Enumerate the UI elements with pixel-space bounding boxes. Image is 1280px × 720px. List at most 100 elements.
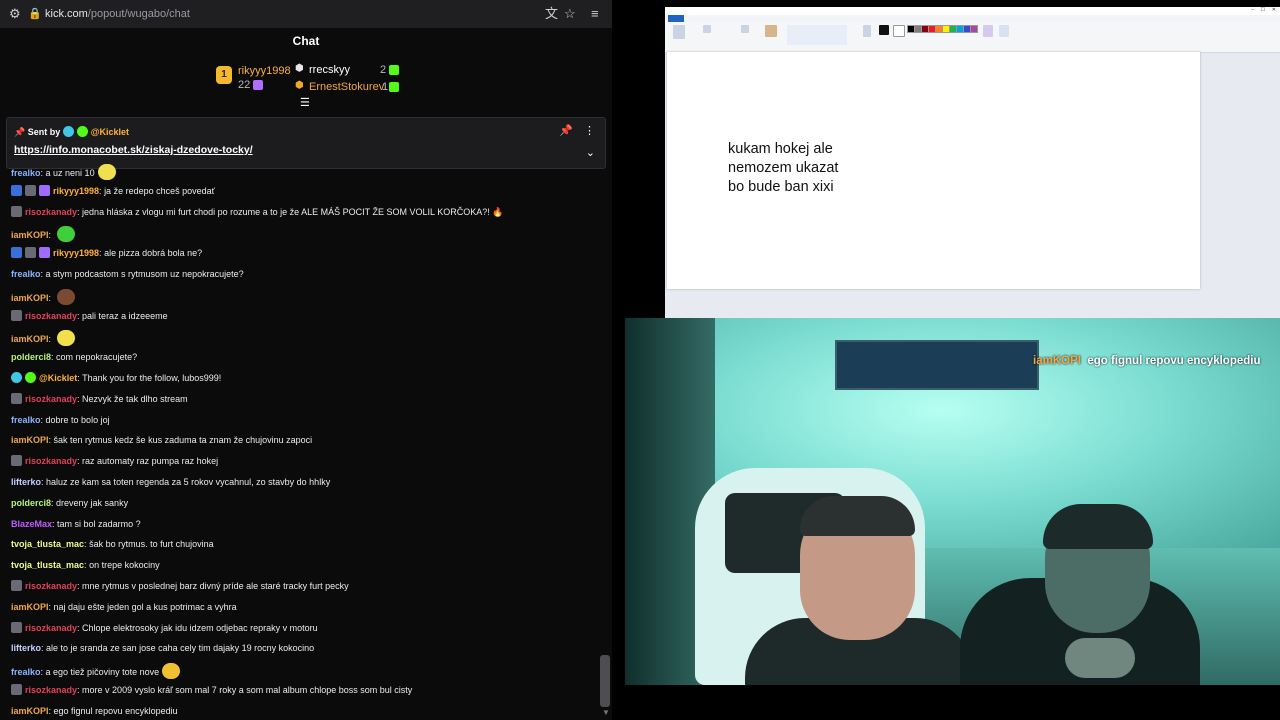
- chat-text: ale pizza dobrá bola ne?: [104, 248, 203, 259]
- chat-text: pali teraz a idzeeeme: [82, 310, 168, 321]
- browser-window: ⚙ 🔒 kick.com/popout/wugabo/chat 文 ☆ ≡ Ch…: [0, 0, 612, 720]
- chat-username[interactable]: @Kicklet: [39, 373, 77, 383]
- chat-username[interactable]: risozkanady: [25, 456, 77, 466]
- color2-icon[interactable]: [893, 25, 905, 37]
- address-bar[interactable]: ⚙ 🔒 kick.com/popout/wugabo/chat 文 ☆ ≡: [0, 0, 612, 28]
- chat-message: risozkanady: Chlope elektrosoky jak idu …: [11, 621, 318, 634]
- chat-username[interactable]: iamKOPI: [11, 230, 49, 240]
- pinned-header: 📌 Sent by @Kicklet: [14, 126, 130, 137]
- site-info-icon[interactable]: ⚙: [9, 6, 21, 22]
- canvas-text-line: nemozem ukazat: [728, 160, 839, 176]
- chat-text: dreveny jak sanky: [56, 497, 129, 508]
- close-icon[interactable]: ✕: [1272, 7, 1276, 13]
- more-options-icon[interactable]: ⋮: [584, 124, 595, 137]
- chat-text: ale to je sranda ze san jose caha cely t…: [46, 643, 315, 654]
- chat-username[interactable]: risozkanady: [25, 311, 77, 321]
- chat-username[interactable]: lifterko: [11, 477, 41, 487]
- overlay-message: ego fignul repovu encyklopediu: [1087, 355, 1261, 367]
- chat-message: iamKOPI:: [11, 288, 75, 305]
- chat-username[interactable]: tvoja_tlusta_mac: [11, 539, 84, 549]
- chat-text: on trepe kokociny: [89, 560, 160, 571]
- color1-icon[interactable]: [879, 25, 889, 35]
- brush-icon[interactable]: [765, 25, 777, 37]
- chat-username[interactable]: frealko: [11, 168, 41, 178]
- edit-colors-icon[interactable]: [983, 25, 993, 37]
- chat-username[interactable]: iamKOPI: [11, 435, 49, 445]
- blue-badge-icon: [11, 247, 22, 259]
- maximize-icon[interactable]: ☐: [1261, 7, 1265, 13]
- chat-message: risozkanady: Nezvyk že tak dlho stream: [11, 392, 188, 405]
- chat-username[interactable]: risozkanady: [25, 581, 77, 591]
- chat-username[interactable]: rikyyy1998: [53, 186, 99, 196]
- chat-username[interactable]: frealko: [11, 415, 41, 425]
- chat-text: naj daju ešte jeden gol a kus potrimac a…: [53, 601, 237, 612]
- chat-message: rikyyy1998: ja že redepo chceš povedať: [11, 184, 216, 197]
- chat-username[interactable]: iamKOPI: [11, 334, 49, 344]
- select-icon[interactable]: [703, 25, 711, 33]
- minimize-icon[interactable]: –: [1251, 7, 1254, 13]
- chat-text: more v 2009 vyslo kráľ som mal 7 roky a …: [82, 685, 413, 695]
- paste-icon[interactable]: [673, 25, 685, 39]
- paint-ribbon: [665, 22, 1280, 53]
- chat-message: rikyyy1998: ale pizza dobrá bola ne?: [11, 247, 202, 259]
- canvas-text-line: kukam hokej ale: [728, 141, 833, 157]
- stream-chat-overlay: iamKOPI ego fignul repovu encyklopediu: [1033, 355, 1261, 367]
- paint-canvas[interactable]: kukam hokej ale nemozem ukazat bo bude b…: [667, 52, 1200, 289]
- pinned-link[interactable]: https://info.monacobet.sk/ziskaj-dzedove…: [14, 144, 253, 156]
- size-icon[interactable]: [863, 25, 871, 37]
- bookmark-star-icon[interactable]: ☆: [564, 6, 576, 22]
- expand-leaderboard-icon[interactable]: ☰: [300, 96, 310, 109]
- leaderboard-user[interactable]: ErnestStokurev: [309, 81, 384, 93]
- leaderboard-count: 1: [382, 81, 389, 93]
- url-text[interactable]: kick.com/popout/wugabo/chat: [45, 8, 190, 20]
- emote-icon: [56, 330, 75, 347]
- chat-message: iamKOPI: ego fignul repovu encyklopediu: [11, 705, 178, 717]
- chat-username[interactable]: tvoja_tlusta_mac: [11, 560, 84, 570]
- pinned-sender[interactable]: @Kicklet: [91, 127, 129, 137]
- chat-text: ja že redepo chceš povedať: [104, 185, 216, 196]
- person-right-hair: [1043, 504, 1153, 549]
- menu-icon[interactable]: ≡: [591, 6, 599, 22]
- chat-message: iamKOPI: šak ten rytmus kedz še kus zadu…: [11, 434, 312, 446]
- blue-badge-icon: [11, 184, 22, 196]
- pin-icon[interactable]: 📌: [559, 124, 573, 137]
- chat-username[interactable]: iamKOPI: [11, 706, 49, 716]
- colon-separator: :: [48, 292, 54, 303]
- sub-badge-icon: [389, 82, 399, 92]
- chat-username[interactable]: risozkanady: [25, 623, 77, 633]
- color-swatch-icon[interactable]: [970, 25, 978, 33]
- chat-username[interactable]: frealko: [11, 269, 41, 279]
- scroll-down-icon[interactable]: ▼: [602, 708, 610, 717]
- chat-username[interactable]: BlazeMax: [11, 519, 52, 529]
- chat-message: polderci8: com nepokracujete?: [11, 351, 137, 363]
- chat-text: raz automaty raz pumpa raz hokej: [82, 456, 219, 467]
- translate-icon[interactable]: 文: [545, 6, 558, 22]
- leaderboard-user[interactable]: rrecskyy: [309, 64, 350, 76]
- chat-username[interactable]: iamKOPI: [11, 293, 49, 303]
- pencil-icon[interactable]: [741, 25, 749, 33]
- chat-username[interactable]: polderci8: [11, 352, 51, 362]
- chat-text: dobre to bolo joj: [45, 414, 110, 425]
- shapes-icon[interactable]: [787, 25, 847, 45]
- chat-text: haluz ze kam sa toten regenda za 5 rokov…: [46, 477, 331, 487]
- file-tab[interactable]: [668, 15, 684, 22]
- leaderboard-count: 2: [380, 64, 387, 76]
- chat-username[interactable]: lifterko: [11, 643, 41, 653]
- chevron-down-icon[interactable]: ⌄: [586, 146, 595, 159]
- chat-username[interactable]: risozkanady: [25, 207, 77, 217]
- chat-username[interactable]: rikyyy1998: [53, 248, 99, 258]
- hex-badge-icon: ⬢: [295, 63, 304, 74]
- scrollbar[interactable]: [600, 655, 610, 707]
- paint-window: – ☐ ✕ kukam hokej ale nemozem ukazat bo …: [665, 7, 1280, 342]
- paint-titlebar: – ☐ ✕: [665, 7, 1280, 15]
- paint3d-icon[interactable]: [999, 25, 1009, 37]
- leaderboard-top-user[interactable]: rikyyy1998: [238, 65, 291, 77]
- leaderboard-top-count: 22: [238, 79, 251, 91]
- chat-username[interactable]: risozkanady: [25, 394, 77, 404]
- chat-text: šak ten rytmus kedz še kus zaduma ta zna…: [53, 435, 313, 446]
- chat-username[interactable]: iamKOPI: [11, 602, 49, 612]
- chat-username[interactable]: risozkanady: [25, 685, 77, 695]
- chat-username[interactable]: polderci8: [11, 498, 51, 508]
- chat-username[interactable]: frealko: [11, 667, 41, 677]
- overlay-username: iamKOPI: [1033, 355, 1081, 367]
